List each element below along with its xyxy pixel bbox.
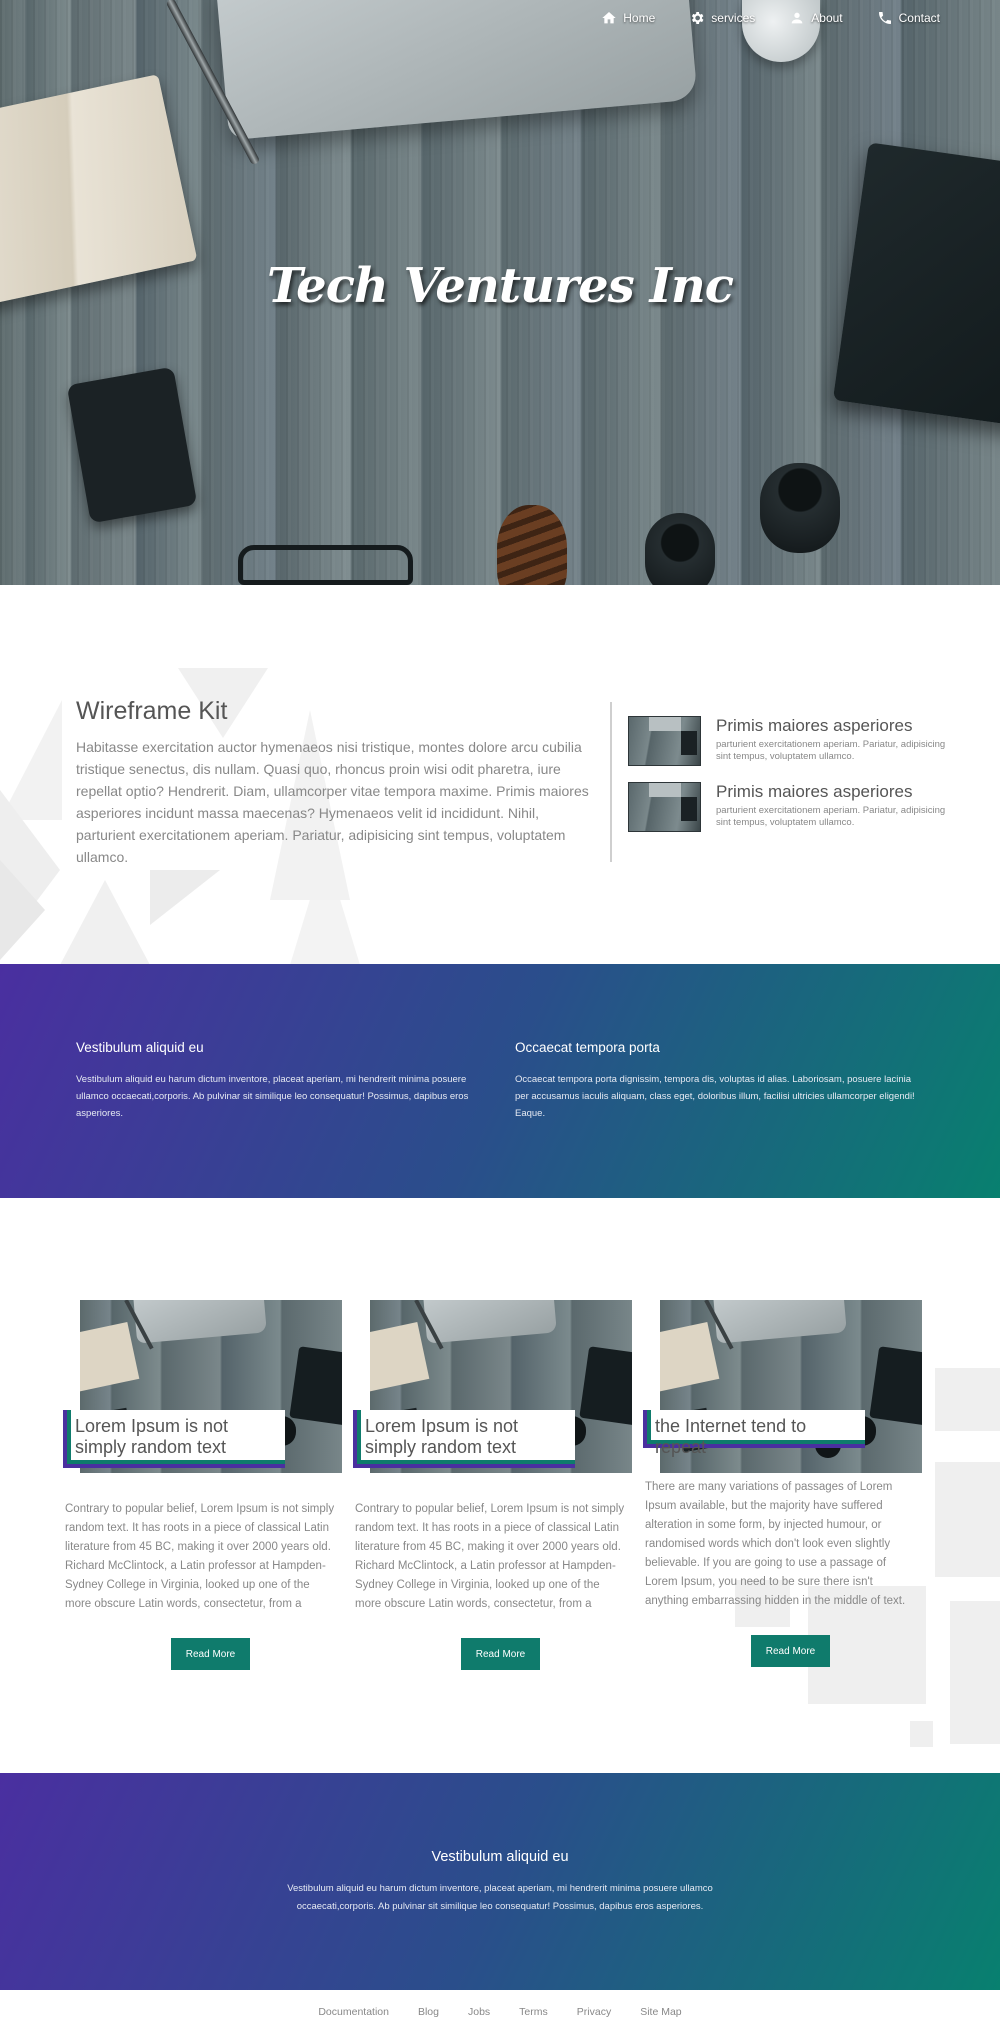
hero-title: Tech Ventures Inc [266,258,734,314]
feature-title: Vestibulum aliquid eu [76,1040,204,1055]
card-title-tag: Lorem Ipsum is not simply random text [353,1410,575,1468]
phone-image [66,366,198,524]
read-more-button[interactable]: Read More [461,1638,540,1670]
glasses-image [238,545,413,585]
vertical-divider [610,702,612,862]
footer-link-privacy[interactable]: Privacy [577,2006,611,2018]
footer-links: Documentation Blog Jobs Terms Privacy Si… [0,2006,1000,2018]
nav-contact-link[interactable]: Contact [877,10,940,26]
card-text: There are many variations of passages of… [645,1481,906,1607]
binocular-image [760,463,840,553]
decorative-triangle [60,880,150,965]
kit-item-title: Primis maiores asperiores [716,716,913,735]
callout-title: Vestibulum aliquid eu [431,1849,569,1865]
decorative-triangle [0,860,45,960]
read-more-button[interactable]: Read More [751,1635,830,1667]
kit-title: Wireframe Kit [76,697,228,725]
hero-banner: Home services About Contact Tech Venture… [0,0,1000,585]
feature-column-right: Occaecat tempora porta Occaecat tempora … [515,1040,915,1122]
kit-item-thumbnail [628,716,701,766]
card-title-tag: Lorem Ipsum is not simply random text [63,1410,285,1468]
kit-item-text: parturient exercitationem aperiam. Paria… [716,805,946,828]
card-title-line: Lorem Ipsum is not [75,1416,229,1436]
footer-link-jobs[interactable]: Jobs [468,2006,490,2018]
feature-title: Occaecat tempora porta [515,1040,660,1055]
person-icon [791,12,803,24]
phone-icon [878,12,891,24]
card-text: Contrary to popular belief, Lorem Ipsum … [355,1503,625,1610]
decorative-square [910,1721,933,1747]
kit-item-title: Primis maiores asperiores [716,782,913,801]
card-title-line: simply random text [75,1437,227,1457]
card-title-line: the Internet tend to repeat [655,1416,807,1457]
decorative-square [950,1601,1000,1744]
gear-icon [692,12,704,24]
feature-text: Vestibulum aliquid eu harum dictum inven… [76,1074,469,1119]
decorative-square [935,1462,1000,1577]
nav-contact-label: Contact [898,11,940,25]
footer-link-terms[interactable]: Terms [519,2006,548,2018]
footer-link-sitemap[interactable]: Site Map [640,2006,681,2018]
read-more-button[interactable]: Read More [171,1638,250,1670]
feature-text: Occaecat tempora porta dignissim, tempor… [515,1074,915,1119]
footer-link-documentation[interactable]: Documentation [318,2006,389,2018]
home-icon [602,12,616,24]
callout-band: Vestibulum aliquid eu Vestibulum aliquid… [0,1773,1000,1990]
kit-item-text: parturient exercitationem aperiam. Paria… [716,739,946,762]
top-navigation: Home services About Contact [601,10,940,26]
feature-column-left: Vestibulum aliquid eu Vestibulum aliquid… [76,1040,476,1122]
nav-home-label: Home [623,11,656,25]
card-title-tag: the Internet tend to repeat [643,1410,865,1457]
binocular-image [645,513,715,585]
callout-text: Vestibulum aliquid eu harum dictum inven… [287,1883,713,1912]
kit-list-item[interactable]: Primis maiores asperiores parturient exe… [628,782,948,832]
nav-home-link[interactable]: Home [601,10,655,26]
kit-list-item[interactable]: Primis maiores asperiores parturient exe… [628,716,948,766]
kit-intro: Wireframe Kit Habitasse exercitation auc… [76,697,601,868]
card-text: Contrary to popular belief, Lorem Ipsum … [65,1503,335,1610]
kit-item-thumbnail [628,782,701,832]
nav-services-link[interactable]: services [689,10,755,26]
feature-band: Vestibulum aliquid eu Vestibulum aliquid… [0,964,1000,1198]
decorative-square [935,1368,1000,1431]
footer-link-blog[interactable]: Blog [418,2006,439,2018]
pinecone-image [497,505,567,585]
decorative-triangle [150,870,220,925]
card-title-line: Lorem Ipsum is not [365,1416,519,1436]
card-title-line: simply random text [365,1437,517,1457]
nav-services-label: services [711,11,756,25]
nav-about-link[interactable]: About [789,10,843,26]
kit-body: Habitasse exercitation auctor hymenaeos … [76,739,589,865]
nav-about-label: About [811,11,843,25]
